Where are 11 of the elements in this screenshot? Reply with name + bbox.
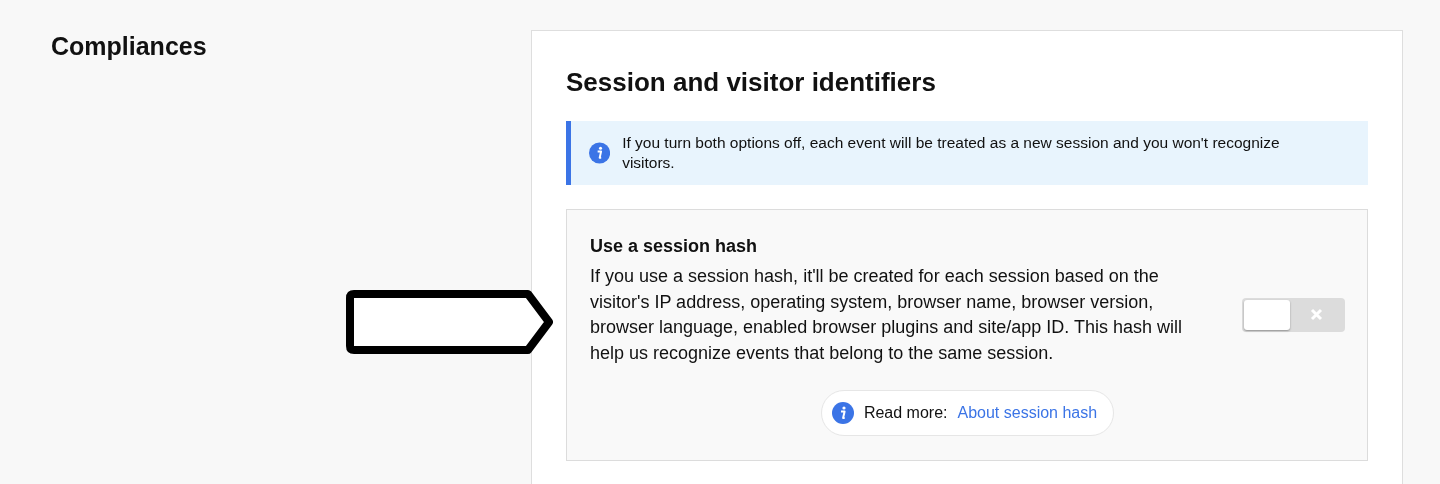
section-title: Compliances <box>51 31 208 62</box>
read-more-label: Read more: <box>863 404 948 422</box>
notice-text: If you turn both options off, each event will be treated as a new session and you won't recognize visitors. <box>622 133 1281 173</box>
info-icon <box>831 402 854 424</box>
option-description: If you use a session hash, it'll be created for each session based on the visitor's IP address, operating system, browser name, browser version, browser language, enabled browser plugins and site/app ID. This hash will help us recognize events that belong to the same session. <box>590 265 1183 365</box>
close-icon <box>1310 308 1323 321</box>
card-title: Session and visitor identifiers <box>566 66 937 99</box>
option-title: Use a session hash <box>590 235 759 258</box>
info-icon <box>589 142 611 164</box>
toggle-switch[interactable] <box>1242 298 1345 332</box>
read-more-link[interactable]: About session hash <box>957 404 1098 422</box>
